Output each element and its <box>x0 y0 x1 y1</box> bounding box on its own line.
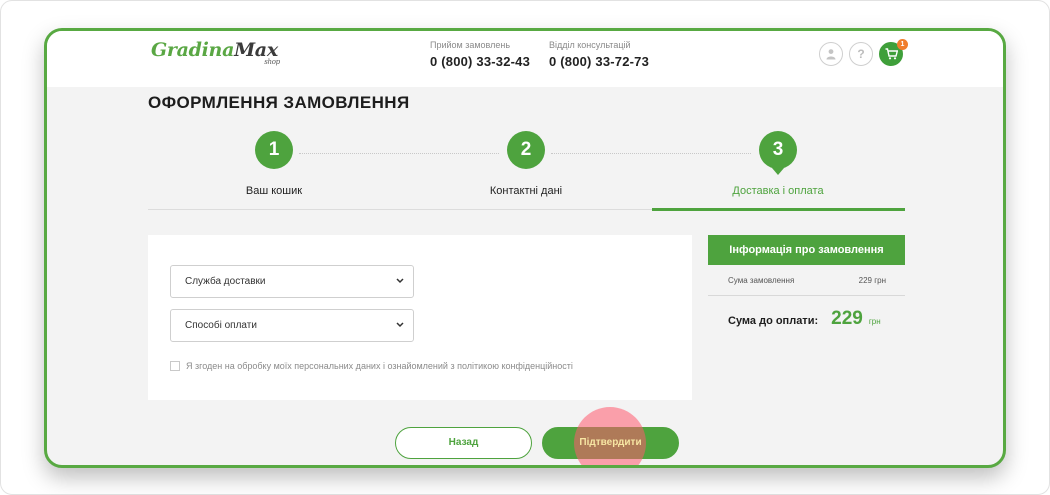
cart-count-badge: 1 <box>897 39 908 50</box>
phone-consult-number[interactable]: 0 (800) 33-72-73 <box>549 54 649 69</box>
confirm-button[interactable]: Підтвердити <box>542 427 679 459</box>
phone-orders-label: Прийом замовлень <box>430 40 511 50</box>
consent-row[interactable]: Я згоден на обробку моїх персональних да… <box>170 361 573 371</box>
step-3-label: Доставка і оплата <box>732 185 824 197</box>
logo-suffix: shop <box>264 58 280 66</box>
step-2-label: Контактні дані <box>489 185 563 197</box>
delivery-payment-form: Служба доставки Способі оплати Я згоден … <box>148 235 692 400</box>
phone-orders[interactable]: Прийом замовлень 0 (800) 33-32-43 <box>430 40 530 69</box>
order-total-value: 229 <box>831 308 863 329</box>
phone-orders-number[interactable]: 0 (800) 33-32-43 <box>430 54 530 69</box>
screen-frame: GradinaMax shop Прийом замовлень 0 (800)… <box>0 0 1050 495</box>
payment-method-value: Способі оплати <box>185 320 257 331</box>
brand-logo[interactable]: GradinaMax shop <box>151 39 280 69</box>
delivery-service-select[interactable]: Служба доставки <box>170 265 414 298</box>
page-title: ОФОРМЛЕННЯ ЗАМОВЛЕННЯ <box>148 93 410 112</box>
checkout-steps: 1 Ваш кошик 2 Контактні дані 3 Доставка … <box>148 131 905 213</box>
cart-icon-glyph <box>885 48 898 60</box>
user-icon-glyph <box>826 49 836 60</box>
step-cart[interactable]: 1 Ваш кошик <box>148 131 400 197</box>
delivery-service-value: Служба доставки <box>185 276 266 287</box>
step-delivery-payment[interactable]: 3 Доставка і оплата <box>652 131 904 197</box>
device-frame: GradinaMax shop Прийом замовлень 0 (800)… <box>44 28 1006 468</box>
back-button[interactable]: Назад <box>395 427 532 459</box>
help-icon[interactable]: ? <box>849 42 873 66</box>
logo-text-part1: Gradina <box>151 39 235 61</box>
order-total-label: Сума до оплати: <box>728 315 819 327</box>
user-icon[interactable] <box>819 42 843 66</box>
phone-consult[interactable]: Відділ консультацій 0 (800) 33-72-73 <box>549 40 649 69</box>
order-info-header: Інформація про замовлення <box>708 235 905 265</box>
order-sum-label: Сума замовлення <box>728 275 795 285</box>
step-2-circle: 2 <box>507 131 545 169</box>
confirm-button-label: Підтвердити <box>579 437 642 448</box>
step-1-label: Ваш кошик <box>245 185 303 197</box>
consent-checkbox[interactable] <box>170 361 180 371</box>
consent-text: Я згоден на обробку моїх персональних да… <box>186 361 573 371</box>
payment-method-select[interactable]: Способі оплати <box>170 309 414 342</box>
site-header: GradinaMax shop Прийом замовлень 0 (800)… <box>47 31 1003 87</box>
order-info-panel: Інформація про замовлення Сума замовленн… <box>708 235 905 330</box>
phone-consult-label: Відділ консультацій <box>549 40 631 50</box>
order-total-currency: грн <box>868 317 881 326</box>
order-sum-value: 229 грн <box>858 275 886 285</box>
steps-active-indicator <box>652 208 905 211</box>
order-total-row: Сума до оплати: 229 грн <box>708 296 905 330</box>
chevron-down-icon <box>396 310 404 341</box>
chevron-down-icon <box>396 266 404 297</box>
step-1-circle: 1 <box>255 131 293 169</box>
step-3-circle: 3 <box>759 131 797 175</box>
order-sum-row: Сума замовлення 229 грн <box>708 265 905 296</box>
step-contacts[interactable]: 2 Контактні дані <box>400 131 652 197</box>
